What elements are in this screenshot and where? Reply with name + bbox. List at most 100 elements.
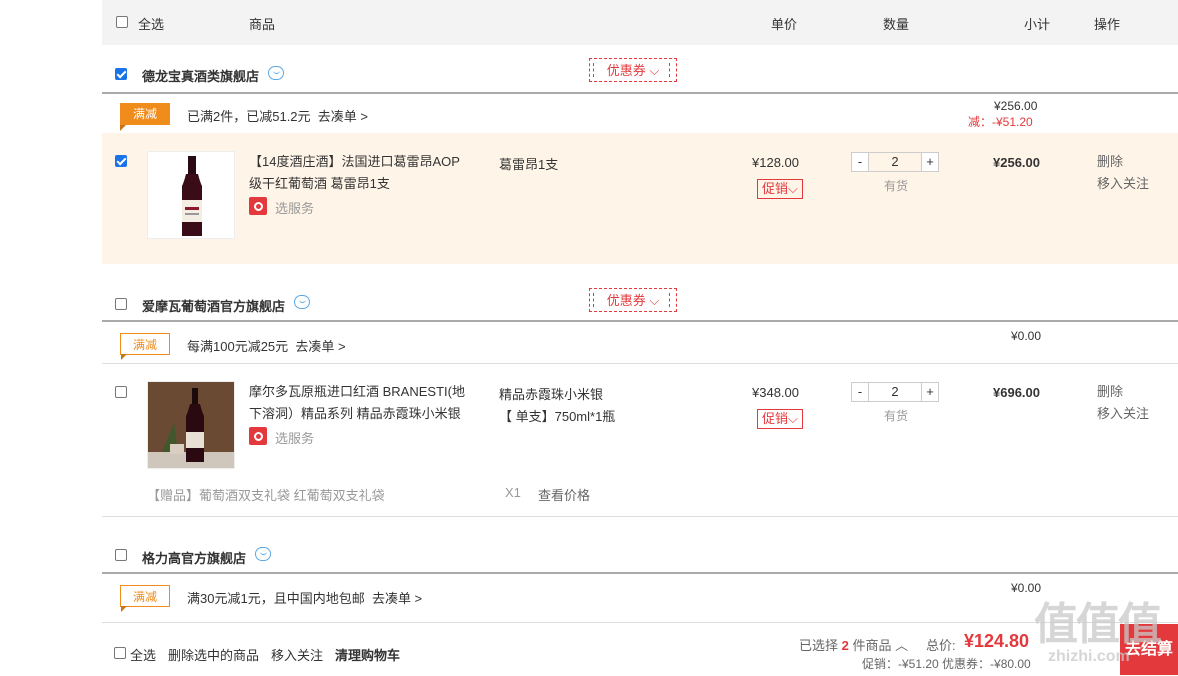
item-subtotal: ¥696.00 [993,385,1040,400]
quantity-stepper: - 2 + [851,152,939,172]
chevron-down-icon: ⌵ [649,63,660,78]
promo-link[interactable]: 去凑单 > [372,591,422,606]
select-all-label[interactable]: 全选 [138,14,164,33]
increase-button[interactable]: + [921,152,939,172]
promo-tag: 满减 [120,103,170,131]
promo-text: 满30元减1元，且中国内地包邮 去凑单 > [187,588,422,607]
item-checkbox[interactable] [115,386,127,398]
promo-link[interactable]: 去凑单 > [318,109,368,124]
shop-checkbox[interactable] [115,68,127,80]
chevron-down-icon: ⌵ [788,411,798,426]
col-unit-price-header: 单价 [771,17,798,32]
promo-amount: ¥0.00 [1011,329,1042,343]
product-spec-line: 精品赤霞珠小米银 [499,387,604,402]
chat-icon[interactable] [268,66,284,80]
product-title-line: 下溶洞）精品系列 精品赤霞珠小米银 [249,406,461,421]
promo-tag: 满减 [120,585,170,612]
product-title-line: 【14度酒庄酒】法国进口葛雷昂AOP [249,154,460,169]
shop-divider [102,572,1178,574]
promo-desc: 满30元减1元，且中国内地包邮 [187,591,365,606]
item-subtotal: ¥256.00 [993,155,1040,170]
selected-number: 2 [841,638,849,653]
row-divider [102,363,1178,364]
wine-bottle-icon [148,382,234,468]
footer-select-all-label[interactable]: 全选 [130,645,156,664]
product-title[interactable]: 【14度酒庄酒】法国进口葛雷昂AOP 级干红葡萄酒 葛雷昂1支 [249,151,460,195]
coupon-label: 优惠券 [606,293,646,308]
promo-dropdown-label: 促销 [762,181,789,196]
gift-item: 【赠品】葡萄酒双支礼袋 红葡萄双支礼袋 [147,488,385,503]
move-to-follow-link[interactable]: 移入关注 [271,645,323,664]
total-price: ¥124.80 [964,631,1030,651]
promo-discount: 减：-¥51.20 [968,115,1033,129]
promo-link[interactable]: 去凑单 > [295,339,345,354]
promo-dropdown[interactable]: 促销⌵ [757,179,803,199]
gift-quantity: X1 [505,485,521,500]
move-to-follow-link[interactable]: 移入关注 [1097,403,1149,425]
stock-status: 有货 [884,179,909,193]
delete-link[interactable]: 删除 [1097,381,1149,403]
decrease-button[interactable]: - [851,382,869,402]
product-title-line: 摩尔多瓦原瓶进口红酒 BRANESTI(地 [249,384,465,399]
coupon-button[interactable]: 优惠券 ⌵ [589,288,677,312]
select-service-link[interactable]: 选服务 [275,198,314,217]
service-icon [249,197,267,215]
shop-divider [102,320,1178,322]
promo-dropdown-label: 促销 [762,411,789,426]
promo-amount: ¥256.00 [994,99,1038,113]
promo-text: 已满2件，已减51.2元 去凑单 > [187,106,368,125]
delete-selected-link[interactable]: 删除选中的商品 [168,645,259,664]
quantity-input[interactable]: 2 [869,382,921,402]
increase-button[interactable]: + [921,382,939,402]
shop-name[interactable]: 格力高官方旗舰店 [142,548,246,567]
product-spec: 葛雷昂1支 [499,157,559,172]
promo-desc: 已满2件，已减51.2元 [187,109,311,124]
selected-count[interactable]: 已选择 2 件商品 ︿ [799,635,908,654]
chat-icon[interactable] [255,547,271,561]
product-image[interactable] [147,151,235,239]
item-actions: 删除 移入关注 [1097,151,1149,195]
shop-divider [102,92,1178,94]
chevron-down-icon: ⌵ [649,293,660,308]
delete-link[interactable]: 删除 [1097,151,1149,173]
item-actions: 删除 移入关注 [1097,381,1149,425]
quantity-stepper: - 2 + [851,382,939,402]
product-spec-line: 【 单支】750ml*1瓶 [499,409,616,424]
col-subtotal-header: 小计 [1024,17,1051,32]
service-icon [249,427,267,445]
total-label: 总价: [926,638,956,653]
shop-checkbox[interactable] [115,298,127,310]
col-actions-header: 操作 [1094,17,1121,32]
stock-status: 有货 [884,409,909,423]
product-image[interactable] [147,381,235,469]
move-to-follow-link[interactable]: 移入关注 [1097,173,1149,195]
chevron-down-icon: ⌵ [788,181,798,196]
shop-checkbox[interactable] [115,549,127,561]
shop-name[interactable]: 德龙宝真酒类旗舰店 [142,66,259,85]
coupon-button[interactable]: 优惠券 ⌵ [589,58,677,82]
quantity-input[interactable]: 2 [869,152,921,172]
footer-select-all-checkbox[interactable] [114,647,126,659]
chevron-up-icon: ︿ [895,638,909,653]
watermark-logo: 值值值 [1034,600,1162,649]
product-title-line: 级干红葡萄酒 葛雷昂1支 [249,176,390,191]
promo-dropdown[interactable]: 促销⌵ [757,409,803,429]
decrease-button[interactable]: - [851,152,869,172]
product-title[interactable]: 摩尔多瓦原瓶进口红酒 BRANESTI(地 下溶洞）精品系列 精品赤霞珠小米银 [249,381,465,425]
watermark-url: zhizhi.com [1048,648,1130,665]
select-all-checkbox[interactable] [116,16,128,28]
promo-detail: 促销：-¥51.20 优惠券：-¥80.00 [862,657,1031,671]
view-price-link[interactable]: 查看价格 [538,485,590,504]
promo-desc: 每满100元减25元 [187,339,289,354]
promo-tag: 满减 [120,333,170,360]
clear-cart-link[interactable]: 清理购物车 [335,645,400,664]
unit-price: ¥348.00 [752,385,799,400]
selected-prefix: 已选择 [799,638,839,653]
selected-suffix: 件商品 [852,638,892,653]
chat-icon[interactable] [294,295,310,309]
item-checkbox[interactable] [115,155,127,167]
select-service-link[interactable]: 选服务 [275,428,314,447]
shop-name[interactable]: 爱摩瓦葡萄酒官方旗舰店 [142,296,285,315]
col-product-header: 商品 [249,17,276,32]
col-quantity-header: 数量 [883,17,910,32]
